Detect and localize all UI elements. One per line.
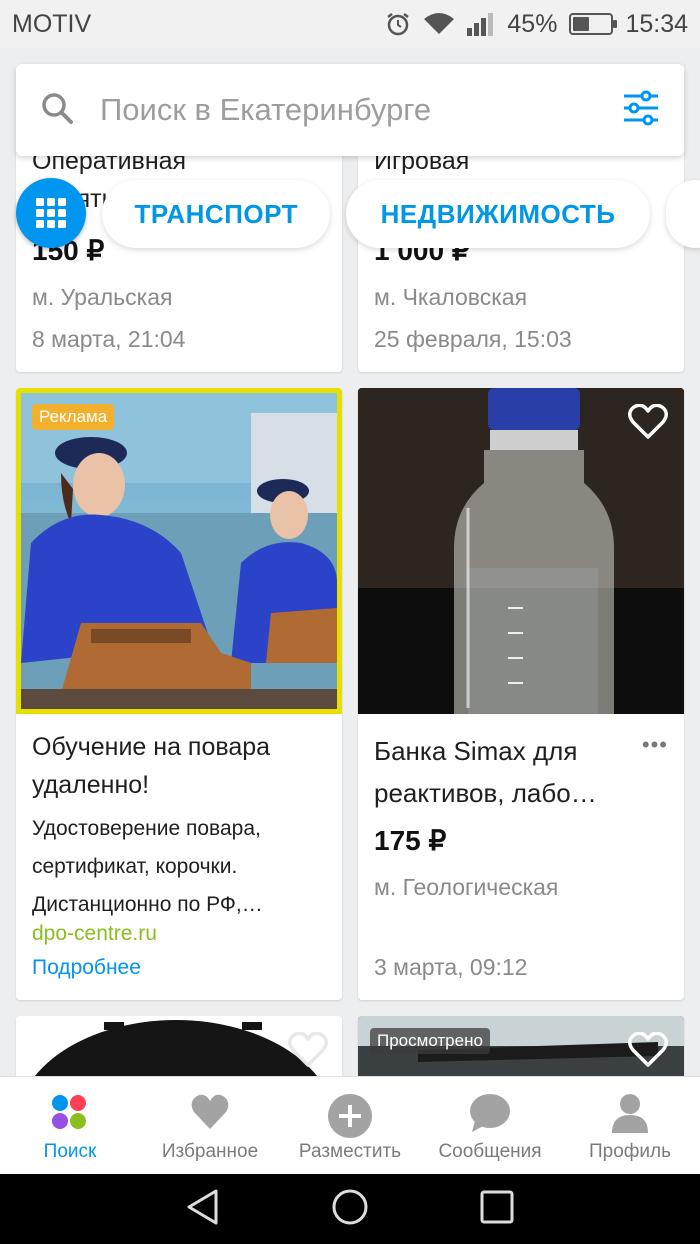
battery-percent: 45% (507, 9, 558, 38)
search-input[interactable]: Поиск в Екатеринбурге (100, 92, 622, 128)
listing-date: 8 марта, 21:04 (32, 326, 186, 352)
listing-location: м. Геологическая (374, 874, 559, 900)
chip-transport[interactable]: ТРАНСПОРТ (102, 180, 330, 248)
signal-icon (467, 12, 495, 36)
ad-title: Обучение на повара удаленно! (32, 733, 271, 799)
recents-icon[interactable] (480, 1190, 514, 1229)
listing-price: 175 ₽ (374, 825, 447, 856)
viewed-badge: Просмотрено (370, 1028, 490, 1054)
back-icon[interactable] (186, 1189, 220, 1230)
grid-icon (36, 198, 66, 228)
nav-label: Избранное (161, 1141, 259, 1162)
favorite-heart-icon[interactable] (628, 1031, 668, 1073)
bottom-navigation: Поиск Избранное Разместить Сообщения Про… (0, 1076, 700, 1174)
ad-domain[interactable]: dpo-centre.ru (32, 922, 157, 946)
alarm-icon (385, 11, 411, 37)
search-dots-icon (52, 1095, 86, 1129)
home-icon[interactable] (331, 1188, 369, 1231)
favorite-heart-icon[interactable] (288, 1031, 328, 1073)
nav-favorites[interactable]: Избранное (140, 1077, 280, 1174)
listing-location: м. Уральская (32, 284, 173, 310)
chip-realty-label: НЕДВИЖИМОСТЬ (380, 198, 616, 229)
nav-messages[interactable]: Сообщения (420, 1077, 560, 1174)
nav-label: Разместить (298, 1141, 402, 1162)
heart-icon (191, 1094, 229, 1129)
nav-label: Профиль (588, 1141, 672, 1162)
nav-profile[interactable]: Профиль (560, 1077, 700, 1174)
categories-grid-button[interactable] (16, 178, 86, 248)
listing-location: м. Чкаловская (374, 284, 528, 310)
listing-card[interactable]: Банка Simax для реактивов, лабо… ••• 175… (358, 388, 684, 1000)
clock: 15:34 (625, 9, 688, 38)
ad-image (16, 388, 342, 714)
chip-transport-label: ТРАНСПОРТ (134, 198, 298, 229)
more-options-icon[interactable]: ••• (642, 732, 668, 758)
wifi-icon (423, 12, 455, 36)
students-photo (21, 393, 337, 709)
listing-date: 25 февраля, 15:03 (374, 326, 572, 352)
ad-description: Удостоверение повара, сертификат, корочк… (32, 817, 263, 916)
battery-icon (569, 13, 618, 35)
favorite-heart-icon[interactable] (628, 403, 668, 445)
ad-card[interactable]: Реклама Обучение на повара удаленно! Удо… (16, 388, 342, 1000)
carrier-name: MOTIV (12, 9, 92, 38)
search-bar[interactable]: Поиск в Екатеринбурге (16, 64, 684, 156)
nav-post[interactable]: Разместить (280, 1077, 420, 1174)
listing-title: Банка Simax для реактивов, лабо… (374, 736, 597, 808)
system-navigation-bar (0, 1174, 700, 1244)
listing-date: 3 марта, 09:12 (374, 954, 528, 980)
status-icons: 45% 15:34 (385, 10, 688, 39)
search-icon (40, 91, 74, 130)
status-bar: MOTIV 45% 15:34 (0, 0, 700, 48)
person-icon (612, 1094, 648, 1133)
chip-realty[interactable]: НЕДВИЖИМОСТЬ (346, 180, 650, 248)
filter-icon[interactable] (622, 90, 660, 131)
nav-label: Поиск (43, 1141, 97, 1162)
chat-bubble-icon (470, 1094, 510, 1132)
plus-circle-icon (328, 1094, 372, 1138)
ad-badge: Реклама (32, 404, 115, 430)
ad-more-link[interactable]: Подробнее (32, 956, 141, 980)
nav-label: Сообщения (438, 1141, 542, 1162)
nav-search[interactable]: Поиск (0, 1077, 140, 1174)
